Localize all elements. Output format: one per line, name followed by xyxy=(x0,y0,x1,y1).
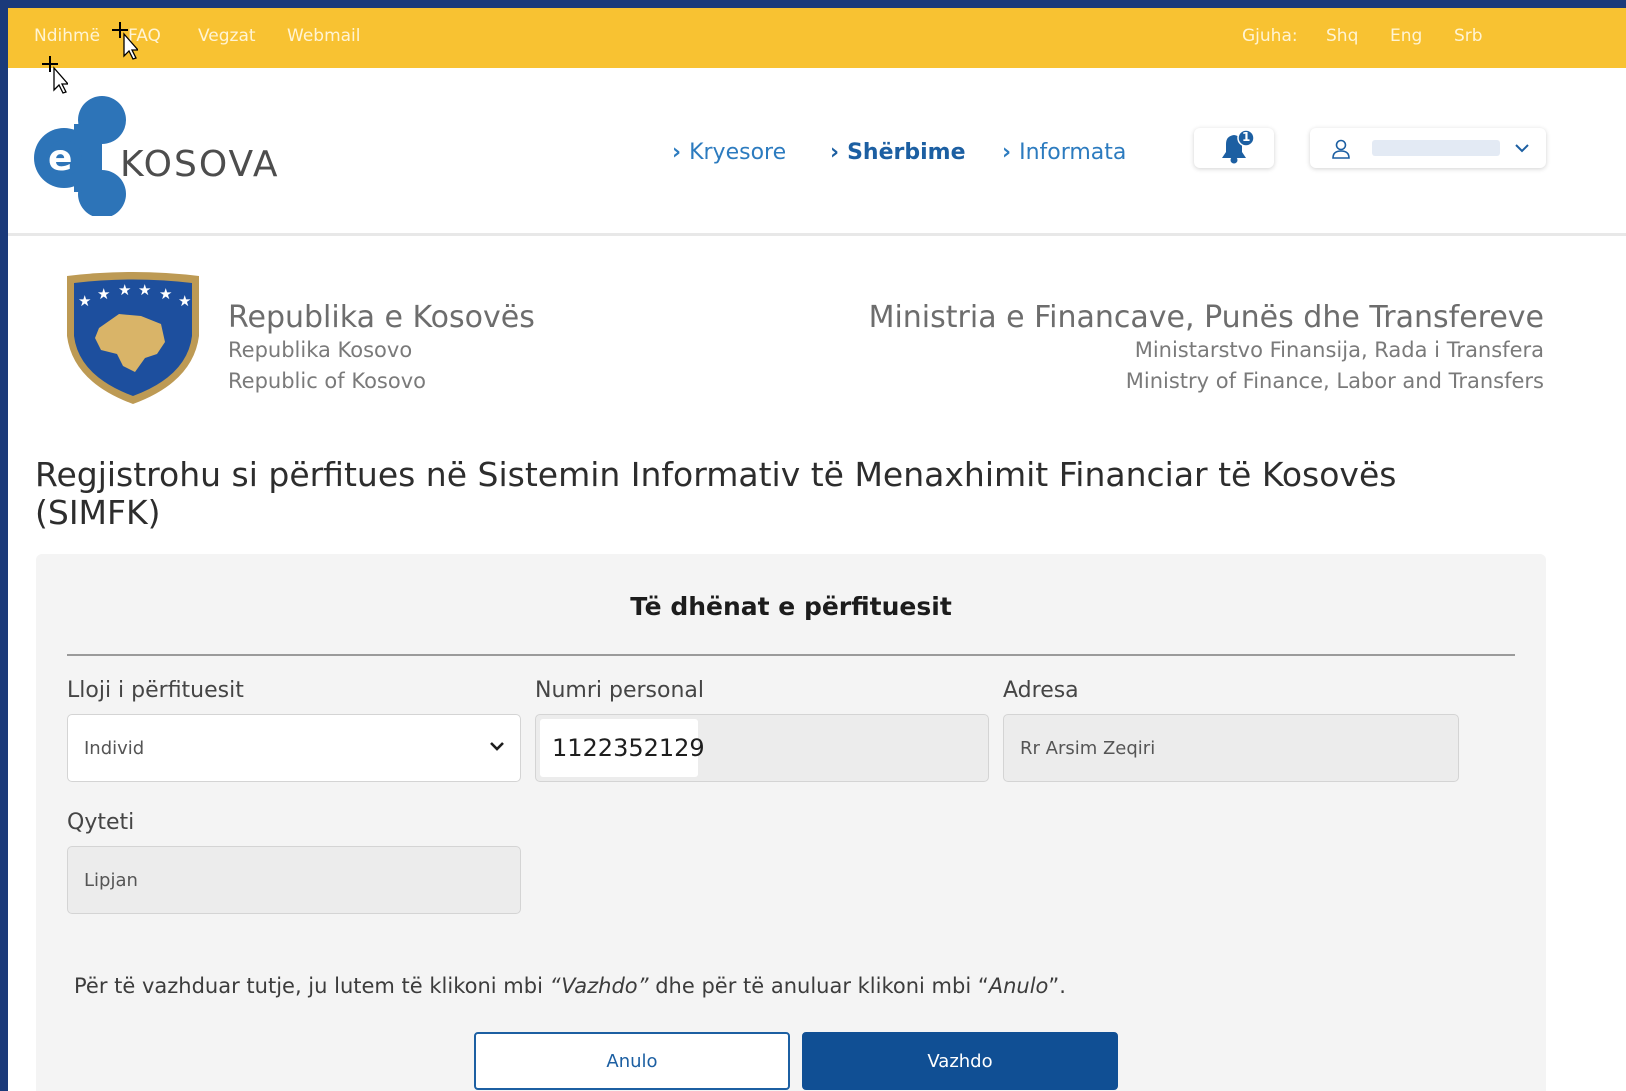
link-links[interactable]: Vegzat xyxy=(198,26,256,46)
section-title: Të dhënat e përfituesit xyxy=(630,592,952,621)
move-cursor-icon xyxy=(112,22,138,60)
chevron-right-icon: › xyxy=(672,140,682,165)
beneficiary-type-label: Lloji i përfituesit xyxy=(67,678,244,703)
instruction-continue-word: “Vazhdo” xyxy=(549,974,649,998)
ministry-subtitle-sr: Ministarstvo Finansija, Rada i Transfera xyxy=(1134,338,1544,362)
beneficiary-form-panel: Të dhënat e përfituesit Lloji i përfitue… xyxy=(36,554,1546,1091)
site-header: e KOSOVA › Kryesore › Shërbime › Informata … xyxy=(8,68,1626,236)
instruction-prefix: Për të vazhduar tutje, ju lutem të kliko… xyxy=(74,974,550,998)
section-divider xyxy=(67,654,1515,656)
personal-number-label: Numri personal xyxy=(535,678,704,703)
republic-subtitle-sr: Republika Kosovo xyxy=(228,338,413,362)
browser-viewport: Ndihmë FAQ Vegzat Webmail Gjuha: Shq Eng… xyxy=(8,8,1626,1091)
user-name-redacted xyxy=(1372,140,1500,156)
svg-text:★: ★ xyxy=(118,281,131,299)
ministry-title: Ministria e Financave, Punës dhe Transfe… xyxy=(868,300,1544,335)
republic-title: Republika e Kosovës xyxy=(228,300,535,335)
user-icon xyxy=(1332,139,1350,159)
address-field[interactable]: Rr Arsim Zeqiri xyxy=(1003,714,1459,782)
notifications-button[interactable]: 1 xyxy=(1194,128,1274,168)
page-title: Regjistrohu si përfitues në Sistemin Inf… xyxy=(35,455,1397,532)
logo-wordmark: KOSOVA xyxy=(120,144,280,185)
nav-informata[interactable]: › Informata xyxy=(1002,140,1126,165)
chevron-down-icon xyxy=(490,742,504,751)
kosovo-coat-of-arms-icon: ★ ★ ★ ★ ★ ★ xyxy=(67,272,199,404)
language-eng[interactable]: Eng xyxy=(1390,26,1422,46)
svg-text:★: ★ xyxy=(159,285,172,303)
link-webmail[interactable]: Webmail xyxy=(287,26,361,46)
cancel-button[interactable]: Anulo xyxy=(474,1032,790,1090)
continue-button[interactable]: Vazhdo xyxy=(802,1032,1118,1090)
ekosova-logo[interactable]: e KOSOVA xyxy=(34,88,277,218)
user-menu-dropdown[interactable] xyxy=(1310,128,1546,168)
city-field[interactable]: Lipjan xyxy=(67,846,521,914)
move-cursor-icon xyxy=(42,56,68,94)
beneficiary-type-select[interactable]: Individ xyxy=(67,714,521,782)
chevron-right-icon: › xyxy=(1002,140,1012,165)
top-utility-bar: Ndihmë FAQ Vegzat Webmail Gjuha: Shq Eng… xyxy=(8,8,1626,68)
nav-kryesore-label: Kryesore xyxy=(689,140,787,165)
personal-number-field[interactable]: 1122352129 xyxy=(535,714,989,782)
chevron-right-icon: › xyxy=(830,140,840,165)
instruction-cancel-word: Anulo xyxy=(988,974,1049,998)
beneficiary-type-value: Individ xyxy=(84,737,145,759)
language-label: Gjuha: xyxy=(1242,26,1298,46)
nav-sherbime[interactable]: › Shërbime xyxy=(830,140,966,165)
instruction-suffix: ”. xyxy=(1048,974,1066,998)
instruction-text: Për të vazhduar tutje, ju lutem të kliko… xyxy=(74,974,1066,998)
language-srb[interactable]: Srb xyxy=(1454,26,1483,46)
personal-number-value: 1122352129 xyxy=(540,719,705,777)
svg-text:★: ★ xyxy=(138,281,151,299)
notification-count-badge: 1 xyxy=(1242,130,1251,144)
nav-kryesore[interactable]: › Kryesore xyxy=(672,140,786,165)
language-shq[interactable]: Shq xyxy=(1326,26,1358,46)
city-label: Qyteti xyxy=(67,810,135,835)
link-help[interactable]: Ndihmë xyxy=(34,26,100,46)
city-value: Lipjan xyxy=(84,869,138,891)
svg-text:★: ★ xyxy=(178,292,191,310)
nav-informata-label: Informata xyxy=(1019,140,1127,165)
instruction-middle: dhe për të anuluar klikoni mbi “ xyxy=(648,974,989,998)
chevron-down-icon xyxy=(1515,144,1529,153)
bell-icon xyxy=(1222,129,1255,164)
ministry-subtitle-en: Ministry of Finance, Labor and Transfers xyxy=(1125,369,1544,393)
svg-text:★: ★ xyxy=(78,292,91,310)
address-label: Adresa xyxy=(1003,678,1079,703)
republic-subtitle-en: Republic of Kosovo xyxy=(228,369,426,393)
svg-text:e: e xyxy=(48,138,72,179)
address-value: Rr Arsim Zeqiri xyxy=(1020,737,1156,759)
nav-sherbime-label: Shërbime xyxy=(847,140,966,165)
svg-text:★: ★ xyxy=(97,285,110,303)
